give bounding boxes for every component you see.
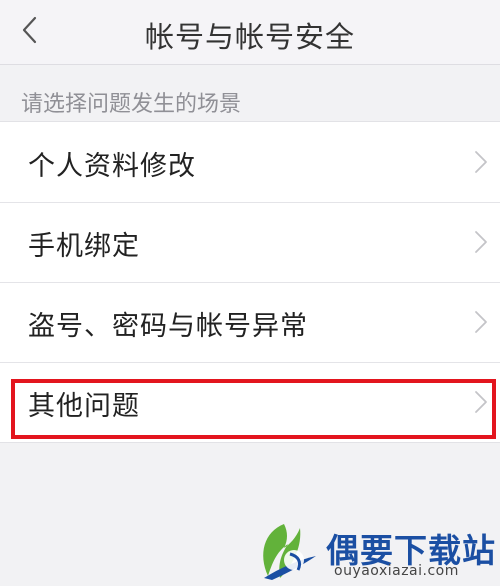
list-item-label: 盗号、密码与帐号异常: [28, 311, 308, 342]
list-item-other-issues[interactable]: 其他问题: [0, 362, 500, 442]
watermark-url: ouyaoxiazai.com: [334, 563, 459, 579]
list-item-label: 个人资料修改: [28, 151, 196, 182]
chevron-right-icon: [475, 151, 487, 173]
chevron-right-icon: [475, 231, 487, 253]
chevron-right-icon: [475, 391, 487, 413]
section-header: 请选择问题发生的场景: [21, 92, 242, 117]
list-item-phone-binding[interactable]: 手机绑定: [0, 202, 500, 282]
page-title: 帐号与帐号安全: [144, 20, 355, 54]
chevron-right-icon: [475, 311, 487, 333]
list-item-profile-edit[interactable]: 个人资料修改: [0, 122, 500, 202]
scenario-list: 个人资料修改 手机绑定 盗号、密码与帐号异常 其他问题: [0, 121, 500, 443]
list-item-label: 其他问题: [28, 391, 140, 422]
list-item-label: 手机绑定: [28, 231, 140, 262]
navigation-bar: 帐号与帐号安全: [0, 0, 500, 65]
watermark: 偶要下载站 ouyaoxiazai.com: [254, 520, 495, 582]
list-item-account-theft[interactable]: 盗号、密码与帐号异常: [0, 282, 500, 362]
watermark-logo-icon: [263, 524, 316, 580]
